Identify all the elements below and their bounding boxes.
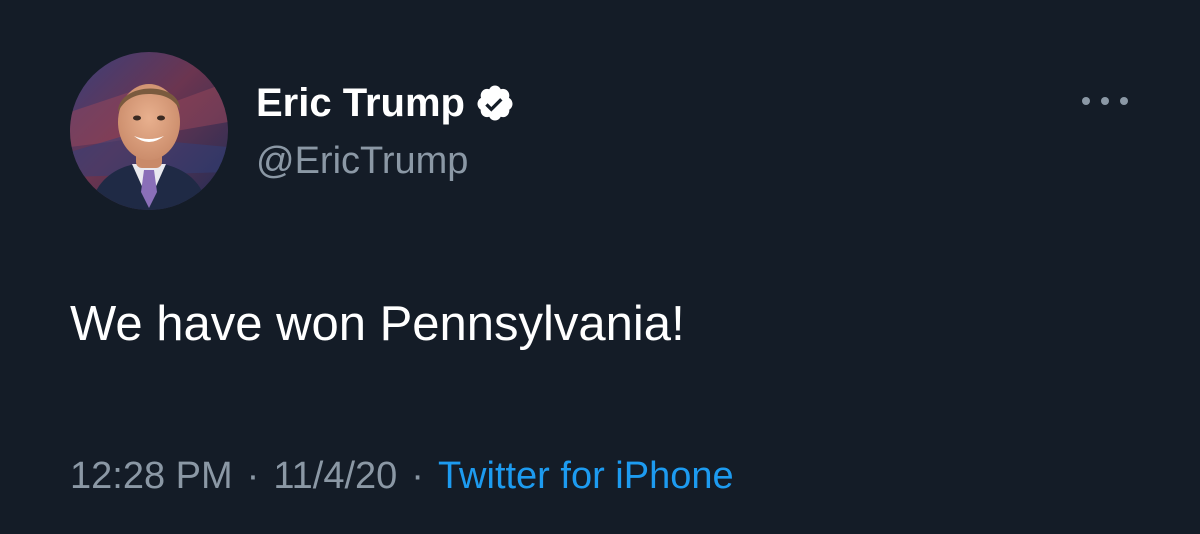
avatar-image — [70, 52, 228, 210]
name-row: Eric Trump — [256, 78, 515, 128]
user-handle[interactable]: @EricTrump — [256, 137, 468, 185]
avatar[interactable] — [70, 52, 228, 210]
tweet-meta: 12:28 PM · 11/4/20 · Twitter for iPhone — [70, 448, 734, 504]
tweet-time[interactable]: 12:28 PM — [70, 455, 233, 497]
more-horizontal-icon-dot — [1101, 97, 1109, 105]
separator: · — [411, 455, 424, 497]
more-options-button[interactable] — [1082, 86, 1128, 116]
display-name[interactable]: Eric Trump — [256, 78, 465, 128]
tweet-date[interactable]: 11/4/20 — [273, 455, 397, 497]
separator: · — [246, 455, 260, 497]
more-horizontal-icon-dot — [1120, 97, 1128, 105]
verified-check-icon — [475, 83, 515, 123]
more-horizontal-icon — [1082, 97, 1090, 105]
tweet-text: We have won Pennsylvania! — [70, 297, 685, 351]
tweet-card: Eric Trump @EricTrump We have won Pennsy… — [0, 0, 1200, 534]
tweet-source-link[interactable]: Twitter for iPhone — [438, 455, 734, 497]
